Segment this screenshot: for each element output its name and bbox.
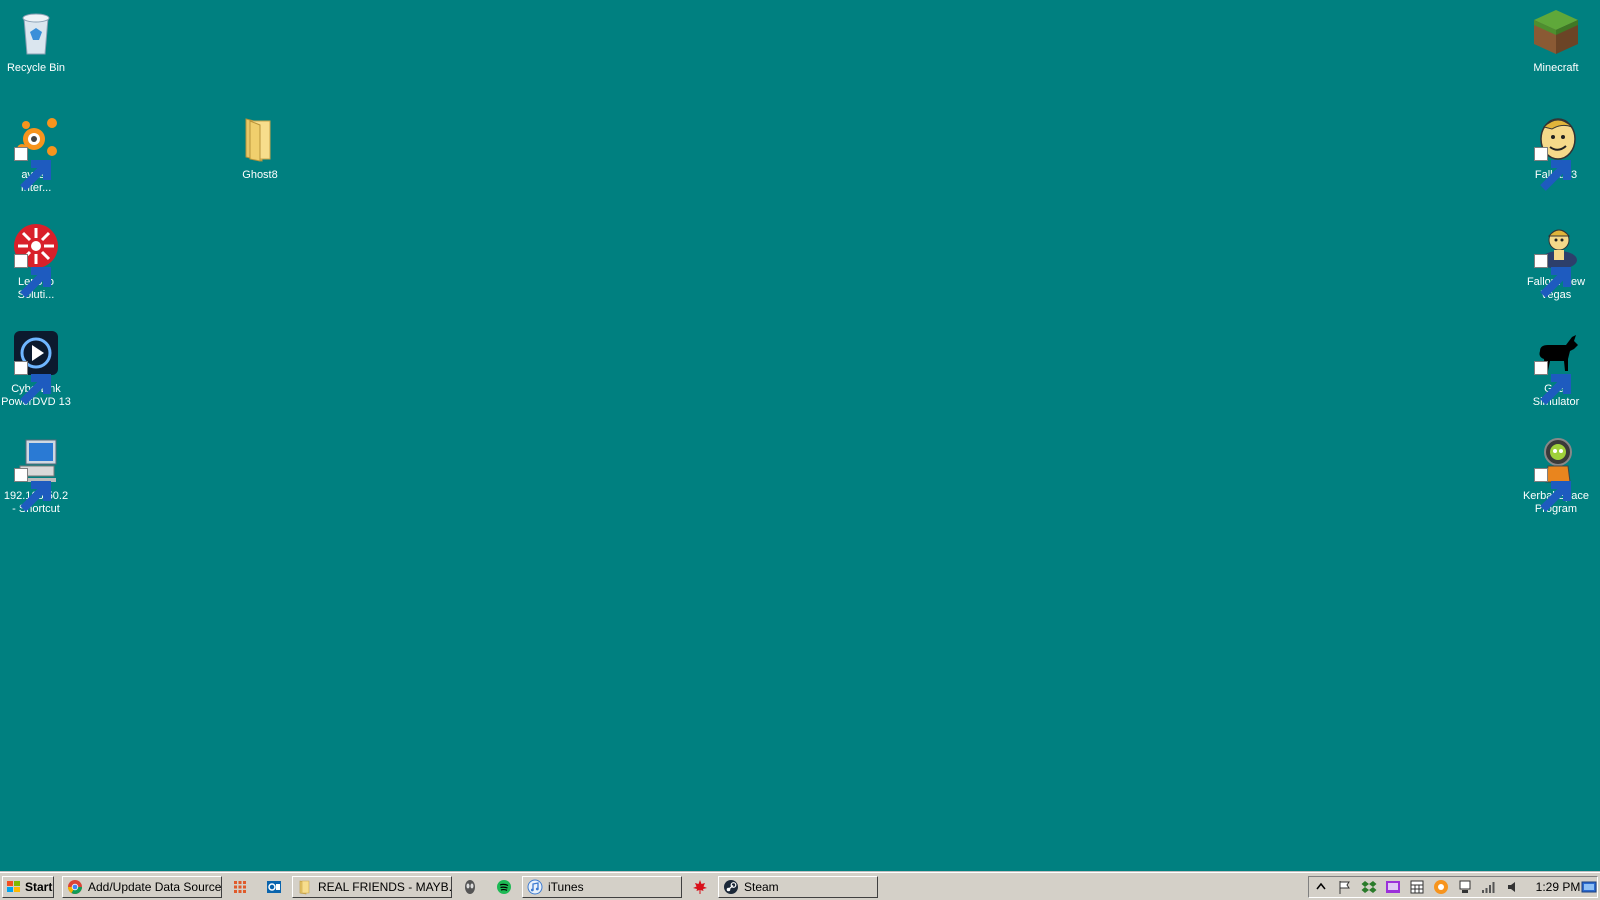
itunes-icon bbox=[527, 879, 543, 895]
start-button[interactable]: Start bbox=[2, 876, 54, 898]
taskbar-button-label: iTunes bbox=[548, 880, 584, 894]
network-icon[interactable] bbox=[1457, 879, 1473, 895]
monitor-icon[interactable] bbox=[1385, 879, 1401, 895]
minecraft-icon bbox=[1532, 8, 1580, 56]
desktop-icon-avast[interactable]: avast! Inter... bbox=[0, 115, 72, 195]
steam-icon bbox=[723, 879, 739, 895]
desktop-icon-powerdvd[interactable]: CyberLink PowerDVD 13 bbox=[0, 329, 72, 409]
flag-icon[interactable] bbox=[1337, 879, 1353, 895]
taskbar: Start Add/Update Data Source... REAL FRI… bbox=[0, 872, 1600, 900]
avast-icon bbox=[12, 115, 60, 191]
shortcut-arrow-icon bbox=[14, 361, 51, 405]
shortcut-arrow-icon bbox=[1534, 147, 1571, 191]
fallout-new-vegas-icon bbox=[1532, 222, 1580, 298]
desktop-icon-fallout3[interactable]: Fallout 3 bbox=[1520, 115, 1592, 191]
outlook-icon[interactable] bbox=[264, 876, 284, 898]
goat-simulator-icon bbox=[1532, 329, 1580, 405]
shortcut-arrow-icon bbox=[14, 147, 51, 191]
dropbox-icon[interactable] bbox=[1361, 879, 1377, 895]
alienware-icon[interactable] bbox=[460, 876, 480, 898]
desktop-icon-lenovo-solution[interactable]: Lenovo Soluti... bbox=[0, 222, 72, 302]
show-hidden-icon[interactable] bbox=[1313, 879, 1329, 895]
spotify-icon[interactable] bbox=[494, 876, 514, 898]
desktop-icon-network-computer[interactable]: 192.168.50.2 - Shortcut bbox=[0, 436, 72, 516]
show-desktop-icon[interactable] bbox=[1581, 879, 1597, 895]
desktop-icon-minecraft[interactable]: Minecraft bbox=[1520, 8, 1592, 75]
desktop-icon-label: Ghost8 bbox=[242, 169, 278, 181]
start-label: Start bbox=[25, 880, 53, 894]
app-grid-icon[interactable] bbox=[230, 876, 250, 898]
recycle-bin-icon bbox=[12, 8, 60, 56]
folder-icon bbox=[297, 879, 313, 895]
taskbar-button-folder[interactable]: REAL FRIENDS - MAYB... bbox=[292, 876, 452, 898]
windows-logo-icon bbox=[6, 879, 22, 895]
desktop-icon-kerbal-space-program[interactable]: Kerbal Space Program bbox=[1520, 436, 1592, 516]
desktop-icon-recycle-bin[interactable]: Recycle Bin bbox=[0, 8, 72, 75]
folder-icon bbox=[236, 115, 284, 163]
shortcut-arrow-icon bbox=[14, 468, 51, 512]
system-tray: 1:29 PM bbox=[1308, 876, 1598, 898]
network-computer-icon bbox=[12, 436, 60, 512]
taskbar-button-steam[interactable]: Steam bbox=[718, 876, 878, 898]
shortcut-arrow-icon bbox=[1534, 254, 1571, 298]
shortcut-arrow-icon bbox=[1534, 468, 1571, 512]
lenovo-solution-icon bbox=[12, 222, 60, 298]
fallout3-icon bbox=[1532, 115, 1580, 191]
clock[interactable]: 1:29 PM bbox=[1535, 880, 1581, 894]
kerbal-space-program-icon bbox=[1532, 436, 1580, 512]
desktop-icon-fallout-new-vegas[interactable]: Fallout New Vegas bbox=[1520, 222, 1592, 302]
desktop-icon-ghost8-folder[interactable]: Ghost8 bbox=[224, 115, 296, 182]
taskbar-button-label: Add/Update Data Source... bbox=[88, 880, 222, 894]
desktop-icon-goat-simulator[interactable]: Goat Simulator bbox=[1520, 329, 1592, 409]
volume-icon[interactable] bbox=[1505, 879, 1521, 895]
taskbar-button-label: Steam bbox=[744, 880, 779, 894]
taskbar-button-chrome[interactable]: Add/Update Data Source... bbox=[62, 876, 222, 898]
signal-icon[interactable] bbox=[1481, 879, 1497, 895]
shortcut-arrow-icon bbox=[14, 254, 51, 298]
chrome-icon bbox=[67, 879, 83, 895]
taskbar-button-label: REAL FRIENDS - MAYB... bbox=[318, 880, 452, 894]
avast-tray-icon[interactable] bbox=[1433, 879, 1449, 895]
desktop-icon-label: Recycle Bin bbox=[6, 62, 66, 74]
desktop-icon-label: Minecraft bbox=[1533, 62, 1579, 74]
calendar-icon[interactable] bbox=[1409, 879, 1425, 895]
taskbar-button-itunes[interactable]: iTunes bbox=[522, 876, 682, 898]
powerdvd-icon bbox=[12, 329, 60, 405]
maple-leaf-icon[interactable] bbox=[690, 876, 710, 898]
shortcut-arrow-icon bbox=[1534, 361, 1571, 405]
